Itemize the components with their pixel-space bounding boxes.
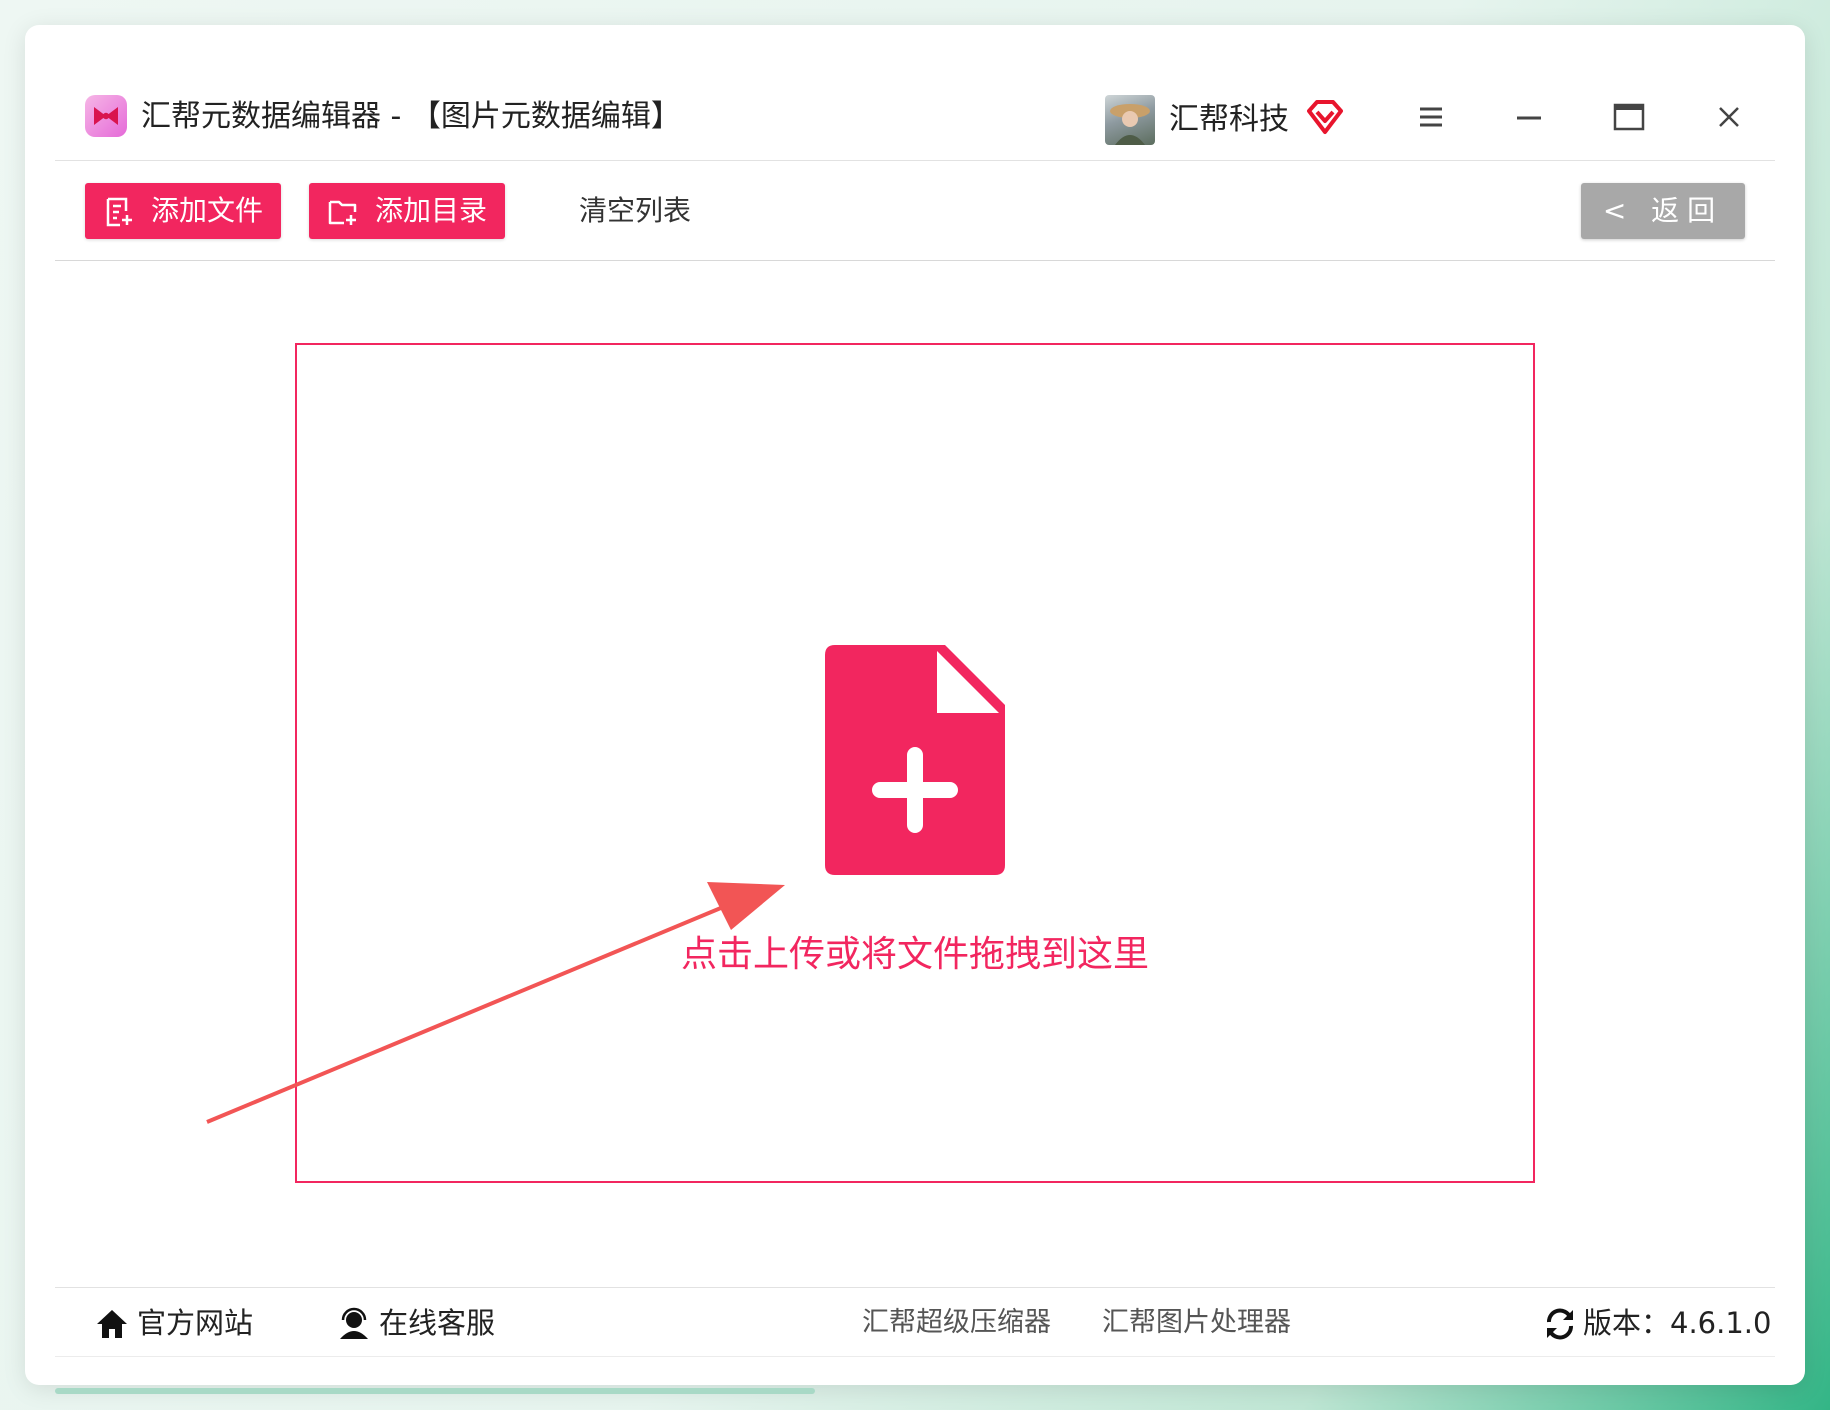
file-plus-icon[interactable] xyxy=(825,645,1005,875)
menu-icon[interactable] xyxy=(1413,99,1449,135)
online-support-label: 在线客服 xyxy=(379,1306,496,1340)
back-button[interactable]: < 返回 xyxy=(1581,183,1745,239)
app-window: 汇帮元数据编辑器 - 【图片元数据编辑】 汇帮科技 添加文件 添加目录 清空列表… xyxy=(25,25,1805,1385)
maximize-icon[interactable] xyxy=(1611,99,1647,135)
home-icon xyxy=(97,1310,127,1338)
version-label: 版本：4.6.1.0 xyxy=(1583,1306,1772,1340)
username[interactable]: 汇帮科技 xyxy=(1169,95,1289,145)
document-add-icon xyxy=(106,197,132,227)
folder-add-icon xyxy=(328,200,357,225)
close-icon[interactable] xyxy=(1711,99,1747,135)
status-bar: 官方网站 在线客服 汇帮超级压缩器 汇帮图片处理器 版本：4.6.1.0 xyxy=(55,1287,1775,1357)
compressor-link[interactable]: 汇帮超级压缩器 xyxy=(862,1298,1051,1348)
horizontal-scrollbar[interactable] xyxy=(55,1388,815,1394)
add-file-button[interactable]: 添加文件 xyxy=(85,183,282,239)
official-website-link[interactable]: 官方网站 xyxy=(95,1298,253,1348)
drop-zone-hint[interactable]: 点击上传或将文件拖拽到这里 xyxy=(297,925,1533,977)
add-folder-button[interactable]: 添加目录 xyxy=(309,183,506,239)
refresh-icon xyxy=(1547,1308,1573,1340)
clear-list-button[interactable]: 清空列表 xyxy=(579,183,691,239)
vip-diamond-icon[interactable] xyxy=(1305,99,1345,135)
file-drop-zone[interactable]: 点击上传或将文件拖拽到这里 xyxy=(295,343,1535,1183)
version-info[interactable]: 版本：4.6.1.0 xyxy=(1543,1298,1771,1348)
headset-icon xyxy=(340,1307,368,1339)
title-bar: 汇帮元数据编辑器 - 【图片元数据编辑】 汇帮科技 xyxy=(55,65,1775,161)
app-logo-icon xyxy=(85,95,127,137)
toolbar: 添加文件 添加目录 清空列表 < 返回 xyxy=(55,161,1775,261)
online-support-link[interactable]: 在线客服 xyxy=(337,1298,495,1348)
official-website-label: 官方网站 xyxy=(137,1306,254,1340)
window-title: 汇帮元数据编辑器 - 【图片元数据编辑】 xyxy=(141,99,681,134)
add-file-label: 添加文件 xyxy=(151,194,264,227)
add-folder-label: 添加目录 xyxy=(375,194,488,227)
minimize-icon[interactable] xyxy=(1511,99,1547,135)
image-processor-link[interactable]: 汇帮图片处理器 xyxy=(1102,1298,1291,1348)
user-avatar[interactable] xyxy=(1105,95,1155,145)
